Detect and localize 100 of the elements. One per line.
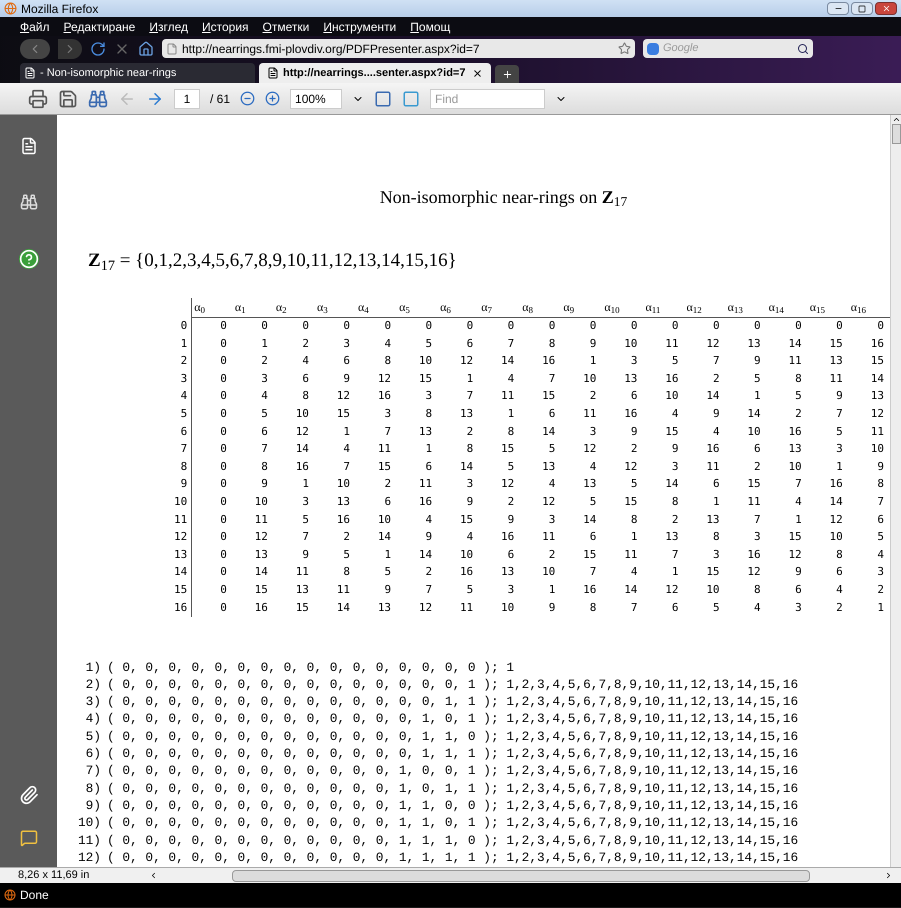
scroll-thumb[interactable] [892,124,900,144]
table-cell: 13 [501,565,514,578]
column-header: α$_{2}$ [276,300,287,314]
table-cell: 0 [261,319,268,332]
table-cell: 10 [583,372,596,385]
table-cell: 7 [261,442,268,456]
menu-item[interactable]: Редактиране [64,18,136,36]
table-cell: 9 [836,389,843,402]
table-cell: 11 [378,442,392,456]
table-cell: 11 [460,600,474,614]
near-ring-entry: ( 0, 0, 0, 0, 0, 0, 0, 0, 0, 0, 0, 0, 1, 0, 1, 1 ); 1,2,3,4,5,6,7,8,9,10,11,12,13,14,15,16 [106,780,798,797]
save-icon[interactable] [58,88,78,108]
table-cell: 8 [877,477,884,490]
attachment-icon[interactable] [18,785,38,805]
table-cell: 0 [384,319,392,332]
reload-icon[interactable] [90,40,106,56]
table-cell: 14 [788,336,802,350]
table-cell: 15 [254,582,268,596]
table-cell: 11 [788,354,802,368]
table-cell: 10 [501,600,514,614]
table-cell: 1 [466,372,474,385]
table-cell: 1 [302,477,309,490]
table-cell: 11 [296,565,309,578]
table-cell: 6 [754,442,761,456]
browser-tab[interactable]: - Non-isomorphic near-rings [20,63,255,83]
table-cell: 0 [754,319,761,332]
column-header: α$_{10}$ [604,300,620,314]
table-cell: 5 [548,442,556,456]
close-icon [882,4,890,13]
page-number-field[interactable]: 1 [174,88,200,108]
home-icon[interactable] [138,40,154,56]
vertical-scrollbar[interactable] [890,115,901,867]
column-header: α$_{15}$ [810,300,825,314]
pages-icon[interactable] [20,137,38,155]
table-cell: 14 [460,460,474,473]
table-cell: 9 [302,548,309,561]
table-cell: 10 [254,494,268,508]
comments-icon[interactable] [20,829,38,847]
menu-item[interactable]: Файл [20,18,50,36]
table-cell: 13 [788,442,802,456]
column-header: α$_{7}$ [481,300,492,314]
row-header: 5 [180,407,188,420]
table-cell: 14 [747,407,761,420]
scroll-thumb[interactable] [232,870,810,882]
table-cell: 0 [220,512,227,526]
close-tab-icon[interactable] [472,68,483,78]
scroll-right-icon[interactable] [884,871,893,880]
entry-number: 1) [84,658,101,676]
document-title: Non-isomorphic near-rings on Z$_{17}$ [380,186,628,211]
table-cell: 14 [336,600,350,614]
forward-button[interactable] [58,38,82,58]
menu-item[interactable]: Отметки [262,18,310,36]
table-cell: 3 [343,336,350,350]
url-field[interactable]: http://nearrings.fmi-plovdiv.org/PDFPresenter.aspx?id=7 [162,39,635,58]
help-icon[interactable] [18,249,38,269]
table-cell: 8 [712,530,720,544]
scroll-up-icon[interactable] [892,115,900,124]
table-cell: 14 [542,424,556,438]
minimize-button[interactable] [827,2,849,15]
tab-label: - Non-isomorphic near-rings [40,66,176,81]
close-button[interactable] [875,2,897,15]
table-cell: 6 [590,530,596,544]
search-field[interactable]: Google [643,39,813,58]
bookmark-star-icon[interactable] [618,42,631,55]
back-button[interactable] [20,38,50,58]
window-title: Mozilla Firefox [21,0,98,18]
search-icon[interactable] [797,42,809,54]
table-cell: 6 [343,354,350,368]
table-cell: 5 [384,565,392,578]
table-cell: 2 [672,512,678,526]
table-cell: 7 [548,372,556,385]
table-cell: 14 [418,548,432,561]
new-tab-button[interactable] [495,65,519,83]
table-cell: 16 [254,600,268,614]
menu-item[interactable]: Изглед [149,18,188,36]
menu-item[interactable]: Инструменти [323,18,396,36]
table-cell: 11 [418,477,432,490]
table-cell: 10 [747,424,761,438]
row-header: 6 [180,424,188,438]
table-cell: 12 [460,354,474,368]
browser-tab[interactable]: http://nearrings....senter.aspx?id=7 [259,63,491,83]
maximize-button[interactable] [851,2,873,15]
table-cell: 1 [712,494,720,508]
menu-item[interactable]: История [202,18,249,36]
table-cell: 4 [343,442,350,456]
near-ring-entry: ( 0, 0, 0, 0, 0, 0, 0, 0, 0, 0, 0, 0, 1, 0, 0, 1 ); 1,2,3,4,5,6,7,8,9,10,11,12,13,14,15,16 [106,762,798,780]
table-cell: 6 [795,582,802,596]
binoculars-icon[interactable] [20,193,38,211]
print-icon[interactable] [28,88,48,108]
row-header: 16 [174,600,188,614]
find-field[interactable]: Find [430,88,546,108]
table-cell: 12 [296,424,309,438]
table-cell: 9 [877,460,884,473]
zoom-dropdown[interactable]: 100% [290,88,342,108]
zoom-out-icon[interactable] [240,91,256,106]
search-input[interactable]: Google [663,40,793,57]
zoom-in-icon[interactable] [265,91,280,106]
table-cell: 16 [788,424,802,438]
row-header: 3 [180,372,188,385]
menu-item[interactable]: Помощ [410,18,450,36]
